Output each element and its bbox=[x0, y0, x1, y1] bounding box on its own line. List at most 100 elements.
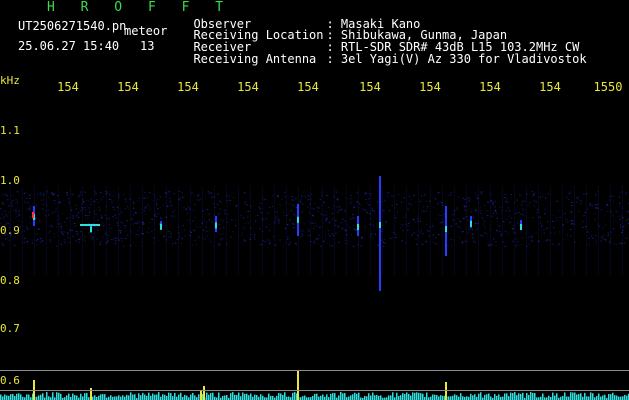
noise-speck bbox=[415, 231, 418, 233]
noise-speck bbox=[133, 203, 135, 205]
spectrum-bar bbox=[600, 396, 602, 400]
noise-speck bbox=[395, 236, 397, 238]
noise-speck bbox=[62, 233, 64, 235]
noise-speck bbox=[275, 215, 278, 217]
noise-speck bbox=[124, 230, 126, 232]
noise-speck bbox=[278, 218, 280, 220]
noise-speck bbox=[332, 218, 334, 220]
noise-speck bbox=[56, 226, 58, 228]
noise-speck bbox=[108, 217, 110, 219]
noise-speck bbox=[552, 214, 555, 216]
noise-speck bbox=[203, 229, 205, 231]
noise-speck bbox=[464, 198, 467, 200]
noise-speck bbox=[334, 224, 337, 226]
noise-speck bbox=[143, 197, 145, 199]
noise-speck bbox=[172, 243, 174, 245]
noise-speck bbox=[531, 237, 533, 239]
spectrum-bar bbox=[46, 392, 48, 400]
noise-speck bbox=[95, 192, 97, 194]
noise-speck bbox=[320, 245, 322, 247]
noise-speck bbox=[450, 225, 452, 227]
noise-speck bbox=[505, 210, 507, 212]
noise-speck bbox=[143, 210, 146, 212]
noise-speck bbox=[134, 222, 137, 224]
noise-speck bbox=[524, 201, 527, 202]
noise-speck bbox=[23, 241, 25, 243]
noise-speck bbox=[169, 201, 172, 203]
noise-speck bbox=[521, 208, 524, 210]
noise-speck bbox=[308, 221, 310, 223]
noise-speck bbox=[19, 226, 21, 228]
noise-speck bbox=[223, 210, 226, 212]
noise-speck bbox=[232, 231, 234, 233]
spectrum-bar bbox=[262, 395, 264, 400]
noise-speck bbox=[137, 234, 140, 236]
spectrum-bar bbox=[292, 392, 294, 400]
noise-speck bbox=[5, 221, 7, 223]
noise-speck bbox=[6, 195, 8, 197]
noise-speck bbox=[516, 199, 518, 201]
noise-speck bbox=[590, 235, 593, 237]
noise-speck bbox=[179, 197, 181, 199]
noise-speck bbox=[567, 199, 570, 201]
spectrum-bar bbox=[28, 394, 30, 400]
noise-speck bbox=[1, 202, 4, 204]
noise-speck bbox=[28, 207, 31, 209]
noise-column bbox=[274, 186, 275, 276]
noise-speck bbox=[96, 227, 98, 229]
noise-speck bbox=[206, 208, 209, 210]
noise-speck bbox=[313, 242, 315, 244]
noise-speck bbox=[482, 235, 484, 237]
x-tick: 154 bbox=[57, 80, 79, 94]
noise-speck bbox=[484, 204, 486, 206]
noise-speck bbox=[328, 222, 331, 224]
noise-speck bbox=[577, 198, 579, 200]
noise-speck bbox=[2, 244, 4, 246]
noise-speck bbox=[139, 221, 141, 223]
spectrum-bar bbox=[98, 395, 100, 400]
noise-speck bbox=[143, 207, 146, 209]
noise-speck bbox=[185, 208, 188, 210]
noise-speck bbox=[583, 215, 585, 217]
noise-speck bbox=[242, 217, 245, 219]
noise-speck bbox=[0, 217, 2, 219]
noise-speck bbox=[14, 202, 17, 204]
axis-unit-label: kHz bbox=[0, 74, 20, 87]
noise-speck bbox=[398, 194, 400, 196]
spectrum-bar bbox=[334, 393, 336, 400]
noise-speck bbox=[383, 242, 386, 244]
spectrum-bar bbox=[2, 396, 4, 400]
noise-speck bbox=[506, 198, 508, 200]
noise-speck bbox=[259, 202, 262, 204]
noise-speck bbox=[119, 214, 121, 216]
noise-speck bbox=[95, 213, 98, 215]
noise-column bbox=[514, 186, 515, 276]
noise-speck bbox=[241, 232, 244, 234]
noise-speck bbox=[102, 236, 104, 238]
noise-speck bbox=[60, 243, 62, 245]
noise-speck bbox=[31, 218, 34, 220]
noise-speck bbox=[120, 211, 123, 213]
noise-speck bbox=[420, 242, 422, 244]
spectrum-bar bbox=[402, 393, 404, 400]
noise-speck bbox=[7, 223, 9, 224]
spectrum-bar bbox=[358, 392, 360, 400]
noise-speck bbox=[2, 194, 4, 196]
noise-speck bbox=[317, 238, 319, 240]
noise-speck bbox=[126, 220, 129, 222]
noise-speck bbox=[133, 214, 135, 216]
noise-speck bbox=[613, 243, 616, 245]
spectrum-bar bbox=[138, 393, 140, 400]
noise-speck bbox=[72, 215, 75, 217]
noise-speck bbox=[331, 213, 334, 215]
noise-speck bbox=[337, 211, 339, 213]
noise-speck bbox=[486, 201, 489, 203]
noise-speck bbox=[601, 237, 604, 239]
noise-speck bbox=[475, 196, 478, 198]
noise-speck bbox=[289, 219, 291, 221]
noise-speck bbox=[390, 195, 393, 197]
noise-speck bbox=[229, 199, 231, 201]
noise-speck bbox=[116, 206, 119, 208]
noise-speck bbox=[353, 228, 355, 230]
noise-speck bbox=[606, 210, 609, 212]
